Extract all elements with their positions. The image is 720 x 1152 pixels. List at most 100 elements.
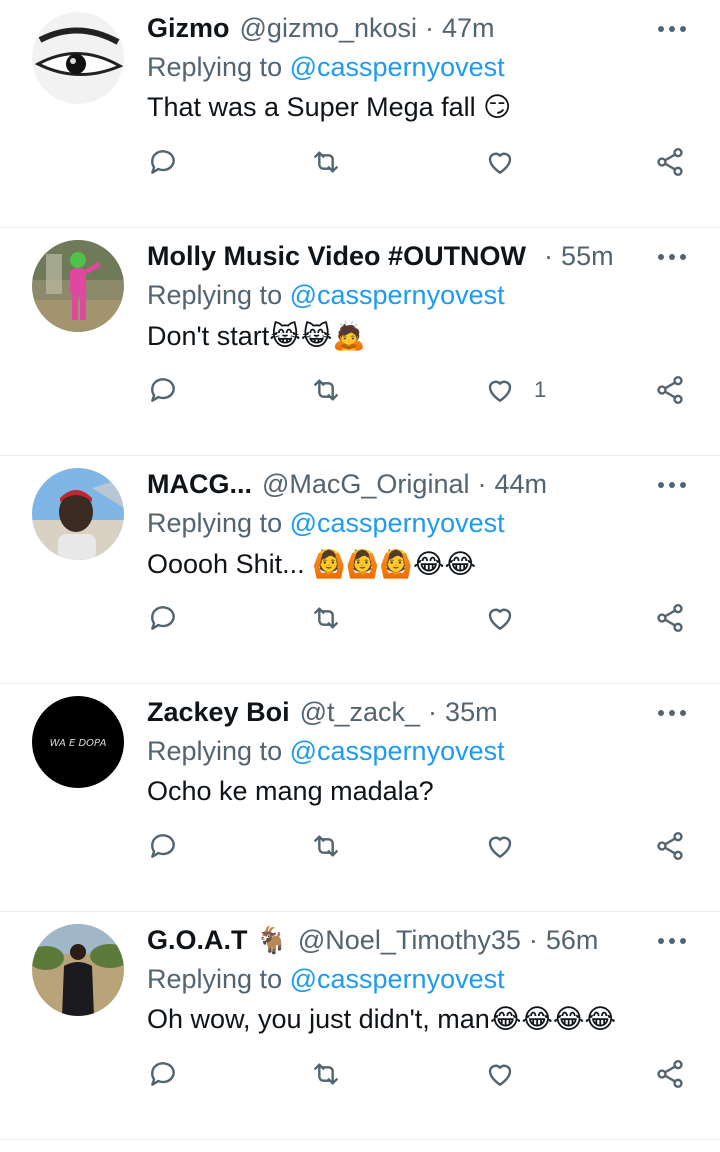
- more-icon[interactable]: [654, 22, 690, 36]
- reply-header: G.O.A.T 🐐 @Noel_Timothy35 · 56m: [147, 920, 630, 960]
- replying-to-link[interactable]: @casspernyovest: [290, 736, 505, 766]
- reply-header: Molly Music Video #OUTNOW · 55m: [147, 236, 630, 276]
- display-name[interactable]: Zackey Boi: [147, 697, 290, 728]
- reply-text: Ocho ke mang madala?: [147, 776, 434, 806]
- reply-header: MACG... @MacG_Original · 44m: [147, 464, 630, 504]
- display-name[interactable]: G.O.A.T: [147, 925, 248, 956]
- display-name[interactable]: Gizmo: [147, 13, 230, 44]
- replying-to-line: Replying to @casspernyovest: [147, 508, 505, 539]
- like-button[interactable]: [484, 1054, 534, 1094]
- reply-card[interactable]: MACG... @MacG_Original · 44m Replying to…: [0, 456, 720, 684]
- avatar[interactable]: [32, 924, 124, 1016]
- timestamp[interactable]: 55m: [561, 241, 614, 272]
- like-button[interactable]: [484, 826, 534, 866]
- retweet-icon: [314, 151, 338, 173]
- separator-dot: ·: [425, 12, 434, 43]
- like-button[interactable]: [484, 598, 534, 638]
- reply-card[interactable]: WA E DOPA Zackey Boi @t_zack_ · 35m Repl…: [0, 684, 720, 912]
- user-handle[interactable]: @t_zack_: [300, 697, 420, 728]
- retweet-button[interactable]: [310, 1054, 342, 1094]
- share-button[interactable]: [654, 142, 686, 182]
- like-count: 1: [534, 377, 547, 402]
- retweet-button[interactable]: [310, 142, 342, 182]
- reply-card[interactable]: Molly Music Video #OUTNOW · 55m Replying…: [0, 228, 720, 456]
- like-icon: [488, 1064, 512, 1086]
- retweet-icon: [314, 1063, 338, 1085]
- replying-to-link[interactable]: @casspernyovest: [290, 52, 505, 82]
- user-handle[interactable]: @Noel_Timothy35: [298, 925, 521, 956]
- retweet-icon: [314, 379, 338, 401]
- share-icon: [657, 1060, 683, 1088]
- man-outdoors-avatar-icon: [32, 468, 124, 560]
- share-button[interactable]: [654, 1054, 686, 1094]
- action-bar: [0, 598, 720, 638]
- timestamp[interactable]: 35m: [445, 697, 498, 728]
- replying-to-link[interactable]: @casspernyovest: [290, 508, 505, 538]
- reply-button[interactable]: [147, 598, 179, 638]
- avatar[interactable]: [32, 12, 124, 104]
- replying-to-label: Replying to: [147, 964, 283, 994]
- timestamp[interactable]: 47m: [442, 13, 495, 44]
- reply-header: Zackey Boi @t_zack_ · 35m: [147, 692, 630, 732]
- more-icon[interactable]: [654, 934, 690, 948]
- reply-text: That was a Super Mega fall 😏: [147, 92, 512, 122]
- reply-icon: [151, 834, 175, 858]
- action-bar: [0, 142, 720, 182]
- action-bar: [0, 826, 720, 866]
- share-button[interactable]: [654, 598, 686, 638]
- share-button[interactable]: [654, 826, 686, 866]
- replying-to-label: Replying to: [147, 508, 283, 538]
- wa-e-dopa-avatar-icon: WA E DOPA: [32, 696, 124, 788]
- like-icon: [488, 836, 512, 858]
- like-button[interactable]: [484, 142, 534, 182]
- retweet-icon: [314, 607, 338, 629]
- like-icon: [488, 152, 512, 174]
- reply-icon: [151, 1062, 175, 1086]
- replying-to-line: Replying to @casspernyovest: [147, 736, 505, 767]
- reply-icon: [151, 150, 175, 174]
- display-name[interactable]: MACG...: [147, 469, 252, 500]
- reply-header: Gizmo @gizmo_nkosi · 47m: [147, 8, 630, 48]
- replying-to-link[interactable]: @casspernyovest: [290, 280, 505, 310]
- man-in-suit-avatar-icon: [32, 924, 124, 1016]
- share-button[interactable]: [654, 370, 686, 410]
- share-icon: [657, 604, 683, 632]
- reply-icon: [151, 378, 175, 402]
- retweet-button[interactable]: [310, 598, 342, 638]
- user-handle[interactable]: @gizmo_nkosi: [240, 13, 417, 44]
- reply-card[interactable]: Gizmo @gizmo_nkosi · 47m Replying to @ca…: [0, 0, 720, 228]
- reply-text: Oh wow, you just didn't, man😂😂😂😂: [147, 1004, 617, 1034]
- reply-button[interactable]: [147, 826, 179, 866]
- more-icon[interactable]: [654, 478, 690, 492]
- timestamp[interactable]: 44m: [494, 469, 547, 500]
- avatar[interactable]: WA E DOPA: [32, 696, 124, 788]
- avatar[interactable]: [32, 240, 124, 332]
- reply-text: Ooooh Shit... 🙆🙆🙆😂😂: [147, 549, 477, 579]
- more-icon[interactable]: [654, 706, 690, 720]
- retweet-button[interactable]: [310, 370, 342, 410]
- avatar-text: WA E DOPA: [50, 738, 107, 749]
- like-icon: [488, 380, 512, 402]
- replying-to-link[interactable]: @casspernyovest: [290, 964, 505, 994]
- separator-dot: ·: [528, 924, 538, 955]
- reply-button[interactable]: [147, 370, 179, 410]
- like-icon: [488, 608, 512, 630]
- eye-avatar-icon: [32, 12, 124, 104]
- display-name[interactable]: Molly Music Video #OUTNOW: [147, 241, 526, 272]
- retweet-button[interactable]: [310, 826, 342, 866]
- reply-card[interactable]: G.O.A.T 🐐 @Noel_Timothy35 · 56m Replying…: [0, 912, 720, 1140]
- action-bar: 1: [0, 370, 720, 410]
- share-icon: [657, 832, 683, 860]
- timestamp[interactable]: 56m: [546, 925, 599, 956]
- replying-to-line: Replying to @casspernyovest: [147, 964, 505, 995]
- reply-button[interactable]: [147, 1054, 179, 1094]
- more-icon[interactable]: [654, 250, 690, 264]
- separator-dot: ·: [544, 240, 554, 271]
- like-button[interactable]: 1: [484, 370, 546, 410]
- replying-to-label: Replying to: [147, 280, 283, 310]
- user-handle[interactable]: @MacG_Original: [262, 469, 469, 500]
- reply-button[interactable]: [147, 142, 179, 182]
- avatar[interactable]: [32, 468, 124, 560]
- retweet-icon: [314, 835, 338, 857]
- replying-to-line: Replying to @casspernyovest: [147, 52, 505, 83]
